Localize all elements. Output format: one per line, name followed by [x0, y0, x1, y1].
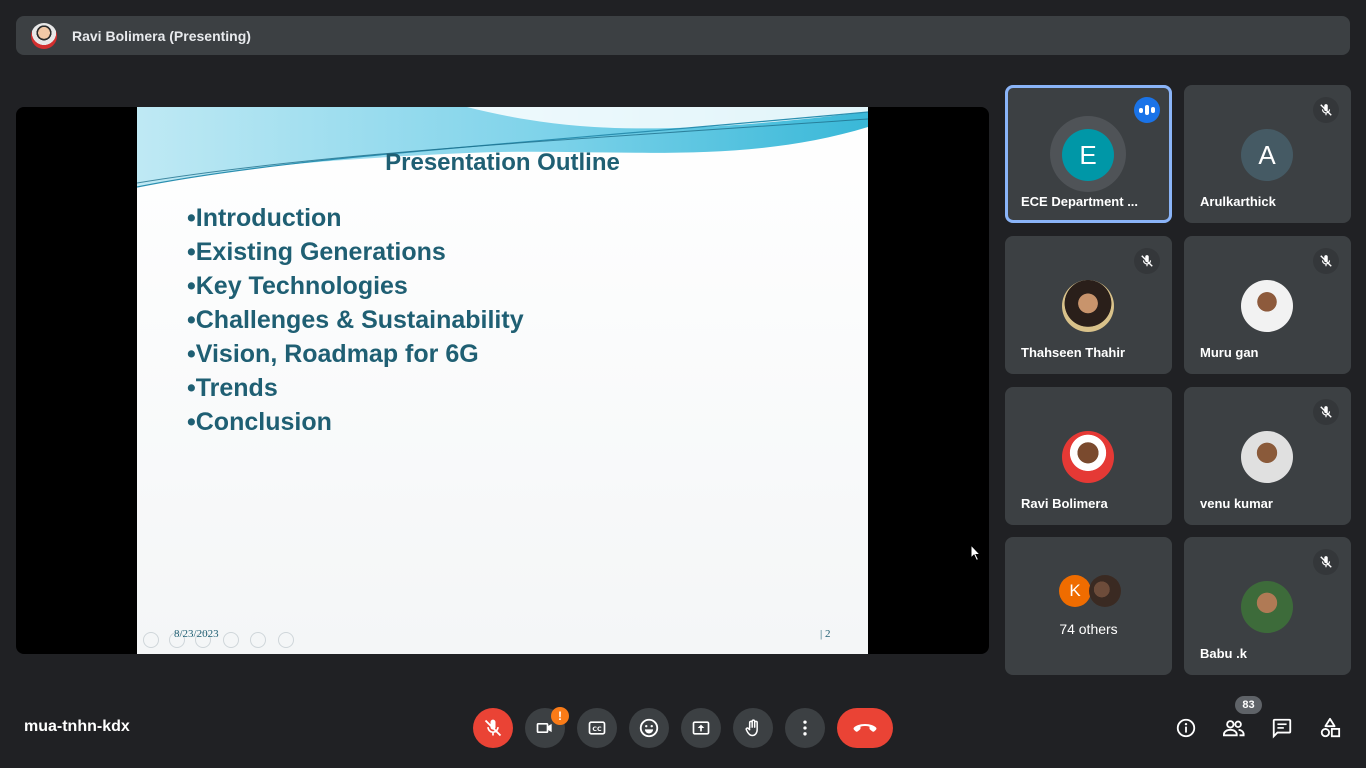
slide-bullet-list: •Introduction •Existing Generations •Key…	[187, 201, 524, 439]
participant-name: venu kumar	[1200, 496, 1273, 511]
participant-count-badge: 83	[1235, 696, 1262, 714]
participant-tile[interactable]: venu kumar	[1184, 387, 1351, 525]
leave-call-button[interactable]	[837, 708, 893, 748]
participant-name: Babu .k	[1200, 646, 1247, 661]
meeting-details-button[interactable]	[1174, 716, 1198, 740]
avatar	[1241, 280, 1293, 332]
slide-bullet: •Vision, Roadmap for 6G	[187, 340, 479, 368]
emoji-icon	[639, 718, 659, 738]
slide-bullet: •Existing Generations	[187, 238, 446, 266]
more-options-button[interactable]	[785, 708, 825, 748]
others-count-label: 74 others	[1059, 621, 1118, 637]
mic-off-icon	[1313, 97, 1339, 123]
slide-date: 8/23/2023	[174, 628, 219, 640]
speaking-indicator-icon	[1134, 97, 1160, 123]
avatar	[1062, 280, 1114, 332]
avatar: A	[1241, 129, 1293, 181]
participant-tile[interactable]: Babu .k	[1184, 537, 1351, 675]
mic-toggle-button[interactable]	[473, 708, 513, 748]
activities-icon	[1320, 717, 1341, 738]
avatar	[1241, 431, 1293, 483]
chat-icon	[1272, 718, 1292, 739]
svg-text:CC: CC	[592, 726, 602, 733]
present-now-button[interactable]	[681, 708, 721, 748]
avatar	[1089, 575, 1121, 607]
slide-title: Presentation Outline	[385, 149, 620, 176]
slide-bullet: •Introduction	[187, 204, 342, 232]
participant-name: ECE Department ...	[1021, 194, 1139, 209]
people-button[interactable]	[1222, 716, 1246, 740]
slideshow-more-icon[interactable]	[278, 632, 294, 648]
avatar: E	[1062, 129, 1114, 181]
slideshow-slides-icon[interactable]	[223, 632, 239, 648]
presenter-banner: Ravi Bolimera (Presenting)	[16, 16, 1350, 55]
slide-bullet: •Conclusion	[187, 408, 332, 436]
presentation-stage[interactable]: Presentation Outline •Introduction •Exis…	[16, 107, 989, 654]
presentation-slide: Presentation Outline •Introduction •Exis…	[137, 107, 868, 654]
more-vert-icon	[803, 720, 807, 736]
activities-button[interactable]	[1318, 716, 1342, 740]
slideshow-prev-icon[interactable]	[143, 632, 159, 648]
avatar	[1062, 431, 1114, 483]
captions-button[interactable]: CC	[577, 708, 617, 748]
mouse-cursor-icon	[970, 544, 982, 562]
slide-bullet: •Key Technologies	[187, 272, 408, 300]
hang-up-icon	[853, 724, 877, 732]
participant-name: Thahseen Thahir	[1021, 345, 1126, 360]
reactions-button[interactable]	[629, 708, 669, 748]
participant-tile[interactable]: Thahseen Thahir	[1005, 236, 1172, 374]
camera-warning-badge: !	[551, 707, 569, 725]
meeting-code: mua-tnhn-kdx	[24, 718, 130, 735]
slide-bullet: •Challenges & Sustainability	[187, 306, 524, 334]
participant-name: Arulkarthick	[1200, 194, 1276, 209]
mic-off-icon	[484, 719, 502, 737]
raise-hand-button[interactable]	[733, 708, 773, 748]
slide-bullet: •Trends	[187, 374, 278, 402]
mic-off-icon	[1313, 248, 1339, 274]
closed-captions-icon: CC	[588, 721, 606, 735]
presenter-avatar	[31, 22, 57, 49]
presenter-title: Ravi Bolimera (Presenting)	[72, 27, 251, 44]
avatar	[1241, 581, 1293, 633]
participant-name: Muru gan	[1200, 345, 1259, 360]
info-icon	[1176, 718, 1196, 738]
participant-tile[interactable]: Ravi Bolimera	[1005, 387, 1172, 525]
people-icon	[1223, 720, 1245, 737]
participant-tile[interactable]: Muru gan	[1184, 236, 1351, 374]
slide-page-number: | 2	[820, 628, 831, 640]
participant-tile[interactable]: A Arulkarthick	[1184, 85, 1351, 223]
raise-hand-icon	[745, 719, 758, 737]
participant-tile[interactable]: E ECE Department ...	[1005, 85, 1172, 223]
mic-off-icon	[1313, 399, 1339, 425]
present-screen-icon	[692, 721, 710, 735]
avatar: K	[1059, 575, 1091, 607]
mic-off-icon	[1134, 248, 1160, 274]
mic-off-icon	[1313, 549, 1339, 575]
others-tile[interactable]: K 74 others	[1005, 537, 1172, 675]
chat-button[interactable]	[1270, 716, 1294, 740]
slideshow-zoom-icon[interactable]	[250, 632, 266, 648]
participant-name: Ravi Bolimera	[1021, 496, 1108, 511]
